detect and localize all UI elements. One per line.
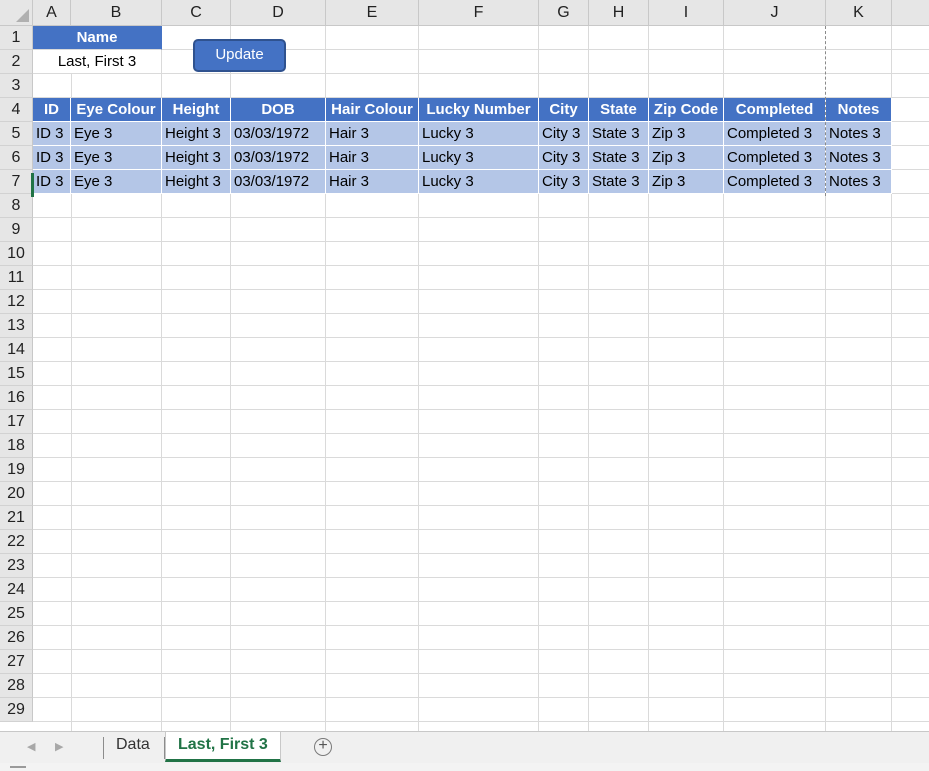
table-cell[interactable]: Completed 3 (724, 122, 826, 146)
table-cell[interactable]: Hair 3 (326, 170, 419, 194)
table-cell[interactable]: 03/03/1972 (231, 122, 326, 146)
table-cell[interactable]: Notes 3 (826, 122, 892, 146)
table-cell[interactable]: Height 3 (162, 122, 231, 146)
table-cell[interactable]: Zip 3 (649, 146, 724, 170)
table-cell[interactable]: 03/03/1972 (231, 170, 326, 194)
header-cell-id[interactable]: ID (33, 98, 71, 122)
header-cell-city[interactable]: City (539, 98, 589, 122)
chevron-right-icon[interactable]: ▶ (55, 740, 63, 753)
table-cell[interactable]: State 3 (589, 122, 649, 146)
chevron-left-icon[interactable]: ◀ (27, 740, 35, 753)
sheet-tab-bar: ◀ ▶ Data Last, First 3 + (0, 731, 929, 763)
table-cell[interactable]: ID 3 (33, 146, 71, 170)
table-cell[interactable]: Hair 3 (326, 122, 419, 146)
table-cell[interactable]: Notes 3 (826, 170, 892, 194)
header-cell-dob[interactable]: DOB (231, 98, 326, 122)
table-cell[interactable]: Height 3 (162, 146, 231, 170)
table-cell[interactable]: Completed 3 (724, 146, 826, 170)
status-bar (0, 763, 929, 771)
header-cell-hair-colour[interactable]: Hair Colour (326, 98, 419, 122)
name-label-cell[interactable]: Name (33, 26, 162, 50)
header-cell-height[interactable]: Height (162, 98, 231, 122)
table-cell[interactable]: Height 3 (162, 170, 231, 194)
header-cell-eye-colour[interactable]: Eye Colour (71, 98, 162, 122)
table-cell[interactable]: Lucky 3 (419, 122, 539, 146)
tab-data[interactable]: Data (104, 732, 162, 762)
table-cell[interactable]: Hair 3 (326, 146, 419, 170)
name-value-cell[interactable]: Last, First 3 (33, 50, 162, 74)
table-cell[interactable]: Eye 3 (71, 122, 162, 146)
page-break-line (825, 26, 826, 196)
table-cell[interactable]: Zip 3 (649, 170, 724, 194)
table-cell[interactable]: ID 3 (33, 122, 71, 146)
table-cell[interactable]: Zip 3 (649, 122, 724, 146)
plus-circle-icon[interactable]: + (314, 738, 332, 756)
header-cell-completed[interactable]: Completed (724, 98, 826, 122)
table-cell[interactable]: Eye 3 (71, 146, 162, 170)
table-cell[interactable]: City 3 (539, 146, 589, 170)
table-cell[interactable]: Lucky 3 (419, 170, 539, 194)
update-button[interactable]: Update (193, 39, 286, 72)
table-cell[interactable]: Eye 3 (71, 170, 162, 194)
header-cell-state[interactable]: State (589, 98, 649, 122)
header-cell-notes[interactable]: Notes (826, 98, 892, 122)
table-cell[interactable]: State 3 (589, 146, 649, 170)
spreadsheet-grid[interactable]: A B C D E F G H I J K 1 2 3 4 5 6 7 8 9 … (0, 0, 929, 731)
table-cell[interactable]: Lucky 3 (419, 146, 539, 170)
selection-indicator (31, 173, 34, 197)
table-cell[interactable]: City 3 (539, 170, 589, 194)
table-cell[interactable]: State 3 (589, 170, 649, 194)
table-cell[interactable]: Completed 3 (724, 170, 826, 194)
tab-last-first-3[interactable]: Last, First 3 (165, 732, 281, 762)
status-grip-icon (10, 766, 26, 768)
header-cell-zip-code[interactable]: Zip Code (649, 98, 724, 122)
table-cell[interactable]: Notes 3 (826, 146, 892, 170)
table-cell[interactable]: 03/03/1972 (231, 146, 326, 170)
header-cell-lucky-number[interactable]: Lucky Number (419, 98, 539, 122)
table-cell[interactable]: City 3 (539, 122, 589, 146)
table-cell[interactable]: ID 3 (33, 170, 71, 194)
